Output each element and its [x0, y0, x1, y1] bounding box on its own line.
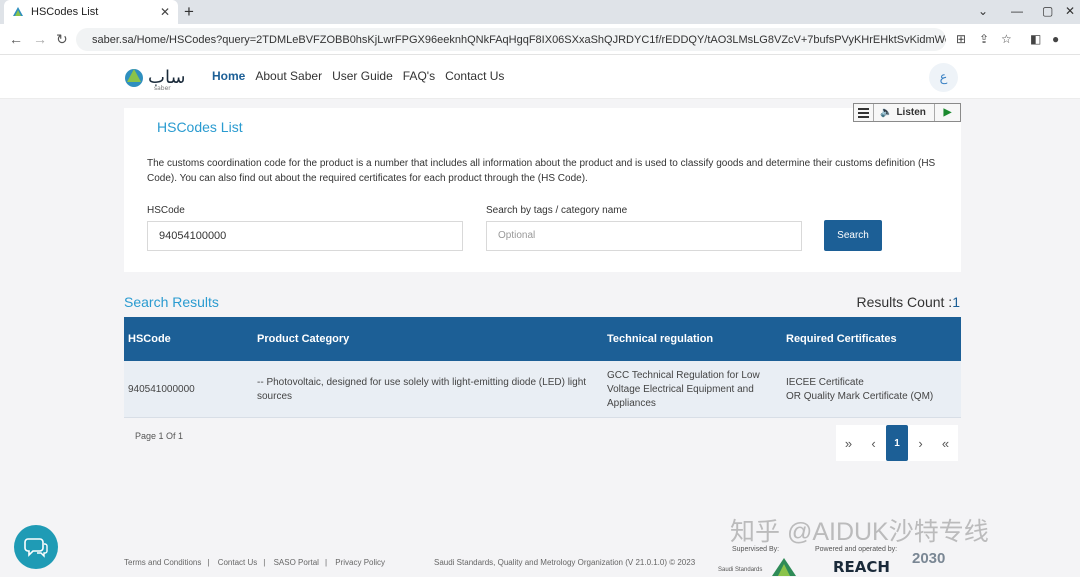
listen-label[interactable]: Listen [896, 107, 925, 118]
first-page-button[interactable]: » [836, 425, 861, 461]
window-close-icon[interactable]: ✕ [1065, 4, 1075, 18]
cell-regulation: GCC Technical Regulation for Low Voltage… [607, 370, 760, 409]
results-count: Results Count :1 [856, 294, 960, 310]
footer-copyright: Saudi Standards, Quality and Metrology O… [434, 558, 696, 567]
share-icon[interactable]: ⇪ [979, 32, 989, 46]
saso-name: Saudi Standards [718, 567, 763, 573]
tags-label: Search by tags / category name [486, 205, 628, 216]
browser-toolbar: ← → ↻ saber.sa/Home/HSCodes?query=2TDMLe… [0, 24, 1080, 55]
sidebar-icon[interactable]: ◧ [1030, 32, 1041, 46]
footer-link-saso-portal[interactable]: SASO Portal [274, 558, 319, 567]
tab-title: HSCodes List [31, 6, 99, 18]
results-title: Search Results [124, 294, 219, 310]
page-description: The customs coordination code for the pr… [147, 158, 936, 184]
tab-close-icon[interactable]: ✕ [160, 5, 170, 19]
main-nav: Home About Saber User Guide FAQ's Contac… [212, 69, 504, 83]
tags-input[interactable]: Optional [486, 221, 802, 251]
listen-menu-icon[interactable] [854, 104, 874, 121]
hscodes-card: HSCodes List The customs coordination co… [124, 108, 961, 272]
next-page-button[interactable]: › [908, 425, 933, 461]
saber-logo[interactable]: ساب saber [124, 63, 206, 91]
browser-tabstrip: HSCodes List ✕ + ⌄ — ▢ ✕ [0, 0, 1080, 24]
forward-icon[interactable]: → [33, 30, 47, 48]
search-button[interactable]: Search [824, 220, 882, 251]
table-header: HSCode Product Category Technical regula… [124, 317, 961, 361]
address-bar[interactable]: saber.sa/Home/HSCodes?query=2TDMLeBVFZOB… [76, 28, 946, 51]
cell-hscode: 940541000000 [128, 384, 195, 395]
new-tab-button[interactable]: + [184, 2, 194, 22]
bookmark-star-icon[interactable]: ☆ [1001, 32, 1012, 46]
saber-favicon-icon [13, 7, 23, 16]
browser-tab[interactable]: HSCodes List ✕ [4, 0, 178, 24]
footer-link-privacy[interactable]: Privacy Policy [335, 558, 385, 567]
back-icon[interactable]: ← [9, 30, 23, 48]
reload-icon[interactable]: ↻ [56, 30, 68, 48]
prev-page-button[interactable]: ‹ [861, 425, 886, 461]
cell-category: -- Photovoltaic, designed for use solely… [257, 377, 587, 402]
footer-links: Terms and Conditions | Contact Us | SASO P… [124, 558, 386, 567]
footer-link-contact[interactable]: Contact Us [218, 558, 258, 567]
profile-icon[interactable]: ● [1052, 32, 1059, 46]
results-count-value: 1 [952, 294, 960, 310]
language-toggle-button[interactable]: ع [929, 63, 958, 92]
column-hscode: HSCode [128, 333, 171, 345]
pagination: » ‹ 1 › « [836, 425, 958, 461]
chat-bubble-icon [24, 538, 48, 558]
speaker-icon: 🔈 [880, 107, 893, 118]
nav-about[interactable]: About Saber [255, 69, 322, 83]
last-page-button[interactable]: « [933, 425, 958, 461]
nav-contact[interactable]: Contact Us [445, 69, 504, 83]
url-text: saber.sa/Home/HSCodes?query=2TDMLeBVFZOB… [92, 33, 946, 46]
site-header: ساب saber Home About Saber User Guide FA… [0, 55, 1080, 99]
listen-widget: 🔈 Listen ▶ [853, 103, 961, 122]
column-technical-regulation: Technical regulation [607, 333, 714, 345]
tab-search-icon[interactable]: ⌄ [978, 4, 988, 18]
column-product-category: Product Category [257, 333, 350, 345]
nav-faqs[interactable]: FAQ's [403, 69, 435, 83]
nav-user-guide[interactable]: User Guide [332, 69, 393, 83]
chat-button[interactable] [14, 525, 58, 569]
minimize-icon[interactable]: — [1011, 4, 1023, 18]
nav-home[interactable]: Home [212, 69, 245, 83]
footer-link-terms[interactable]: Terms and Conditions [124, 558, 201, 567]
play-icon[interactable]: ▶ [934, 104, 960, 121]
hscode-input[interactable]: 94054100000 [147, 221, 463, 251]
results-count-label: Results Count : [856, 294, 953, 310]
translate-icon[interactable]: ⊞ [956, 32, 966, 46]
page-info: Page 1 Of 1 [135, 431, 184, 441]
cell-certificate-1: IECEE Certificate [786, 377, 864, 388]
current-page-button[interactable]: 1 [886, 425, 908, 461]
results-table: HSCode Product Category Technical regula… [124, 317, 961, 418]
column-required-certificates: Required Certificates [786, 333, 897, 345]
maximize-icon[interactable]: ▢ [1042, 4, 1053, 18]
svg-text:saber: saber [154, 85, 171, 91]
table-row[interactable]: 940541000000 -- Photovoltaic, designed f… [124, 361, 961, 418]
watermark-text: 知乎 @AIDUK沙特专线 [730, 518, 989, 546]
reach-logo: REACH [833, 558, 890, 576]
cell-certificate-2: OR Quality Mark Certificate (QM) [786, 391, 934, 402]
page-title: HSCodes List [157, 119, 243, 135]
hscode-label: HSCode [147, 205, 185, 216]
vision-2030-logo: 2030 [912, 550, 946, 567]
